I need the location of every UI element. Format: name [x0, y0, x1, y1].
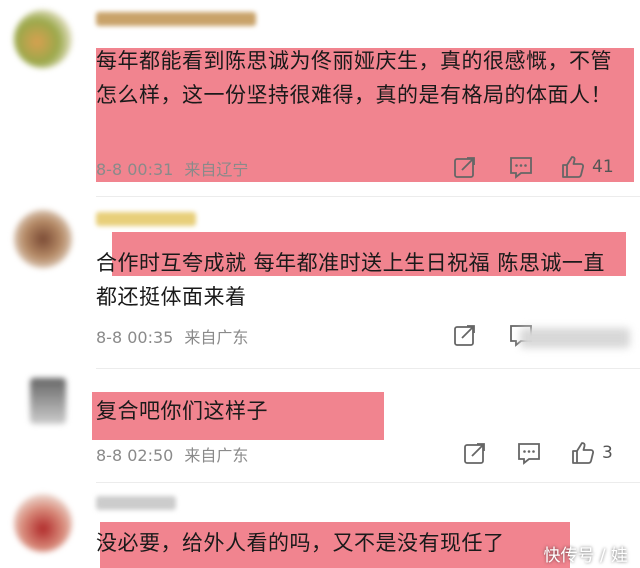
- comment-button[interactable]: [516, 438, 542, 468]
- share-button[interactable]: [452, 320, 478, 350]
- comment-location: 来自广东: [184, 328, 249, 347]
- comment-button[interactable]: [508, 152, 534, 182]
- avatar[interactable]: [30, 378, 66, 424]
- username-blurred[interactable]: [96, 496, 176, 510]
- share-button[interactable]: [462, 438, 488, 468]
- comment-icon: [518, 443, 540, 465]
- share-icon: [454, 157, 475, 178]
- avatar[interactable]: [14, 210, 72, 268]
- comment-meta: 8-8 02:50 来自广东: [96, 442, 248, 466]
- redacted-region: [520, 328, 630, 348]
- username-blurred[interactable]: [96, 12, 256, 26]
- comment-time: 8-8 02:50: [96, 446, 174, 465]
- comment-actions: 41: [452, 152, 632, 182]
- comment-text: 没必要，给外人看的吗，又不是没有现任了: [96, 531, 505, 555]
- comment-time: 8-8 00:31: [96, 160, 174, 179]
- avatar[interactable]: [14, 10, 72, 68]
- comment-location: 来自辽宁: [184, 160, 249, 179]
- comment-2: 合作时互夸成就 每年都准时送上生日祝福 陈思诚一直都还挺体面来着 8-8 00:…: [0, 200, 640, 370]
- like-button[interactable]: 41: [560, 152, 614, 182]
- like-count: 3: [602, 443, 613, 463]
- divider: [96, 196, 640, 197]
- like-count: 41: [592, 157, 614, 177]
- comment-3: 复合吧你们这样子 8-8 02:50 来自广东 3: [0, 372, 640, 482]
- comment-1: 每年都能看到陈思诚为佟丽娅庆生，真的很感慨，不管怎么样，这一份坚持很难得，真的是…: [0, 0, 640, 190]
- username-blurred[interactable]: [96, 212, 196, 226]
- share-button[interactable]: [452, 152, 478, 182]
- comment-meta: 8-8 00:31 来自辽宁: [96, 156, 248, 180]
- avatar[interactable]: [14, 494, 72, 552]
- comment-text: 每年都能看到陈思诚为佟丽娅庆生，真的很感慨，不管怎么样，这一份坚持很难得，真的是…: [96, 49, 612, 107]
- like-icon: [572, 442, 595, 464]
- comment-meta: 8-8 00:35 来自广东: [96, 324, 248, 348]
- comment-time: 8-8 00:35: [96, 328, 174, 347]
- comment-icon: [510, 157, 532, 179]
- comment-location: 来自广东: [184, 446, 249, 465]
- comment-text: 合作时互夸成就 每年都准时送上生日祝福 陈思诚一直都还挺体面来着: [96, 251, 605, 309]
- like-icon: [562, 156, 585, 178]
- watermark: 快传号 / 娃: [543, 546, 628, 566]
- comment-actions: 3: [462, 438, 640, 468]
- share-icon: [464, 443, 485, 464]
- like-button[interactable]: 3: [570, 438, 613, 468]
- share-icon: [454, 325, 475, 346]
- divider: [96, 482, 640, 483]
- divider: [96, 368, 640, 369]
- comment-text: 复合吧你们这样子: [96, 399, 268, 423]
